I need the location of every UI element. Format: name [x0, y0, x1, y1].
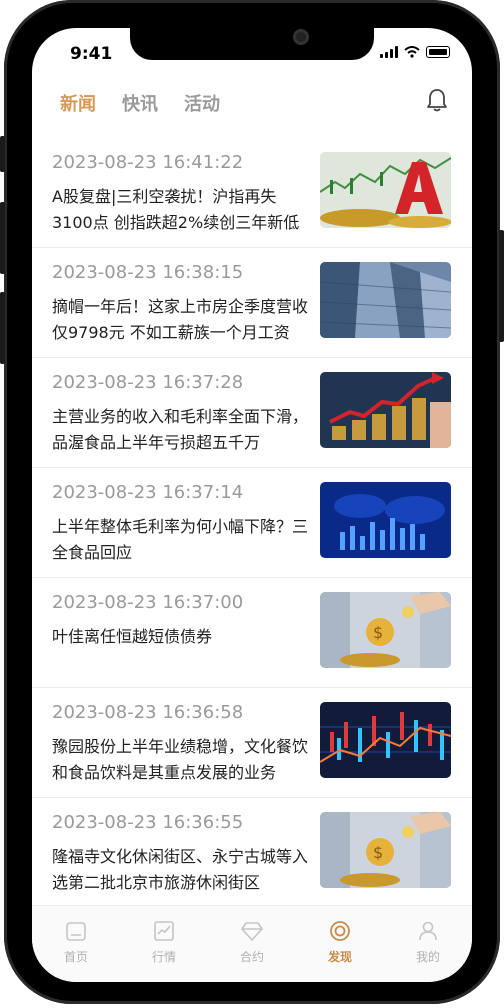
news-title: 摘帽一年后！这家上市房企季度营收仅9798元 不如工薪族一个月工资: [52, 297, 309, 342]
news-time: 2023-08-23 16:37:14: [52, 482, 244, 503]
news-title: 主营业务的收入和毛利率全面下滑，品渥食品上半年亏损超五千万: [52, 407, 309, 452]
news-thumbnail: $: [320, 812, 451, 888]
status-icons: [380, 46, 450, 58]
news-thumbnail: [320, 262, 451, 338]
news-item[interactable]: 2023-08-23 16:38:15 摘帽一年后！这家上市房企季度营收仅979…: [32, 248, 472, 358]
news-time: 2023-08-23 16:41:22: [52, 152, 244, 173]
bell-icon[interactable]: [426, 88, 448, 116]
news-time: 2023-08-23 16:36:58: [52, 702, 244, 723]
news-item[interactable]: 2023-08-23 16:36:58 豫园股份上半年业绩稳增，文化餐饮和食品饮…: [32, 688, 472, 798]
wifi-icon: [404, 46, 420, 58]
status-time: 9:41: [70, 44, 113, 64]
battery-icon: [426, 46, 450, 58]
home-icon: [66, 922, 86, 941]
news-thumbnail: [320, 372, 451, 448]
power-button: [499, 230, 504, 342]
tab-home-label: 首页: [63, 950, 88, 964]
tab-mine-label: 我的: [415, 950, 440, 964]
news-list: 2023-08-23 16:41:22 A股复盘|三利空袭扰！沪指再失3100点…: [32, 138, 472, 908]
app-screen: 9:41 新闻 快讯 活动 2023-08-23 16:41:22 A股复盘|三…: [32, 28, 472, 982]
market-chart-icon: [154, 921, 174, 941]
volume-down-button: [0, 292, 5, 364]
tab-news[interactable]: 新闻: [60, 90, 96, 116]
news-time: 2023-08-23 16:37:28: [52, 372, 244, 393]
tab-mine[interactable]: 我的: [384, 906, 472, 982]
news-item[interactable]: 2023-08-23 16:37:00 叶佳离任恒越短债债券 $: [32, 578, 472, 688]
svg-text:$: $: [373, 843, 383, 862]
news-time: 2023-08-23 16:37:00: [52, 592, 244, 613]
news-title: 上半年整体毛利率为何小幅下降？三全食品回应: [52, 517, 309, 562]
tab-discover[interactable]: 发现: [296, 906, 384, 982]
tab-contract[interactable]: 合约: [208, 906, 296, 982]
discover-icon: [330, 921, 350, 941]
tab-market-label: 行情: [151, 950, 176, 964]
tab-market[interactable]: 行情: [120, 906, 208, 982]
tab-home[interactable]: 首页: [32, 906, 120, 982]
news-item[interactable]: 2023-08-23 16:36:55 隆福寺文化休闲街区、永宁古城等入选第二批…: [32, 798, 472, 908]
news-title: 叶佳离任恒越短债债券: [52, 627, 213, 646]
news-title: A股复盘|三利空袭扰！沪指再失3100点 创指跌超2%续创三年新低: [52, 187, 300, 232]
news-item[interactable]: 2023-08-23 16:37:14 上半年整体毛利率为何小幅下降？三全食品回…: [32, 468, 472, 578]
diamond-icon: [241, 922, 263, 941]
tab-flash[interactable]: 快讯: [122, 90, 158, 116]
news-time: 2023-08-23 16:36:55: [52, 812, 244, 833]
news-title: 隆福寺文化休闲街区、永宁古城等入选第二批北京市旅游休闲街区: [52, 847, 309, 892]
volume-up-button: [0, 202, 5, 274]
profile-icon: [419, 921, 437, 941]
news-title: 豫园股份上半年业绩稳增，文化餐饮和食品饮料是其重点发展的业务: [52, 737, 309, 782]
tab-events[interactable]: 活动: [184, 90, 220, 116]
tab-discover-label: 发现: [327, 950, 352, 964]
news-thumbnail: [320, 152, 451, 228]
news-thumbnail: [320, 702, 451, 778]
news-tabs: 新闻 快讯 活动: [60, 90, 220, 116]
news-thumbnail: [320, 482, 451, 558]
bottom-tab-bar: 首页 行情 合约 发现 我的: [32, 905, 472, 982]
news-time: 2023-08-23 16:38:15: [52, 262, 244, 283]
tab-contract-label: 合约: [239, 950, 264, 964]
news-item[interactable]: 2023-08-23 16:37:28 主营业务的收入和毛利率全面下滑，品渥食品…: [32, 358, 472, 468]
notch: [130, 28, 374, 60]
signal-icon: [380, 46, 398, 58]
news-thumbnail: $: [320, 592, 451, 668]
svg-text:$: $: [373, 623, 383, 642]
mute-switch: [0, 136, 5, 172]
news-item[interactable]: 2023-08-23 16:41:22 A股复盘|三利空袭扰！沪指再失3100点…: [32, 138, 472, 248]
